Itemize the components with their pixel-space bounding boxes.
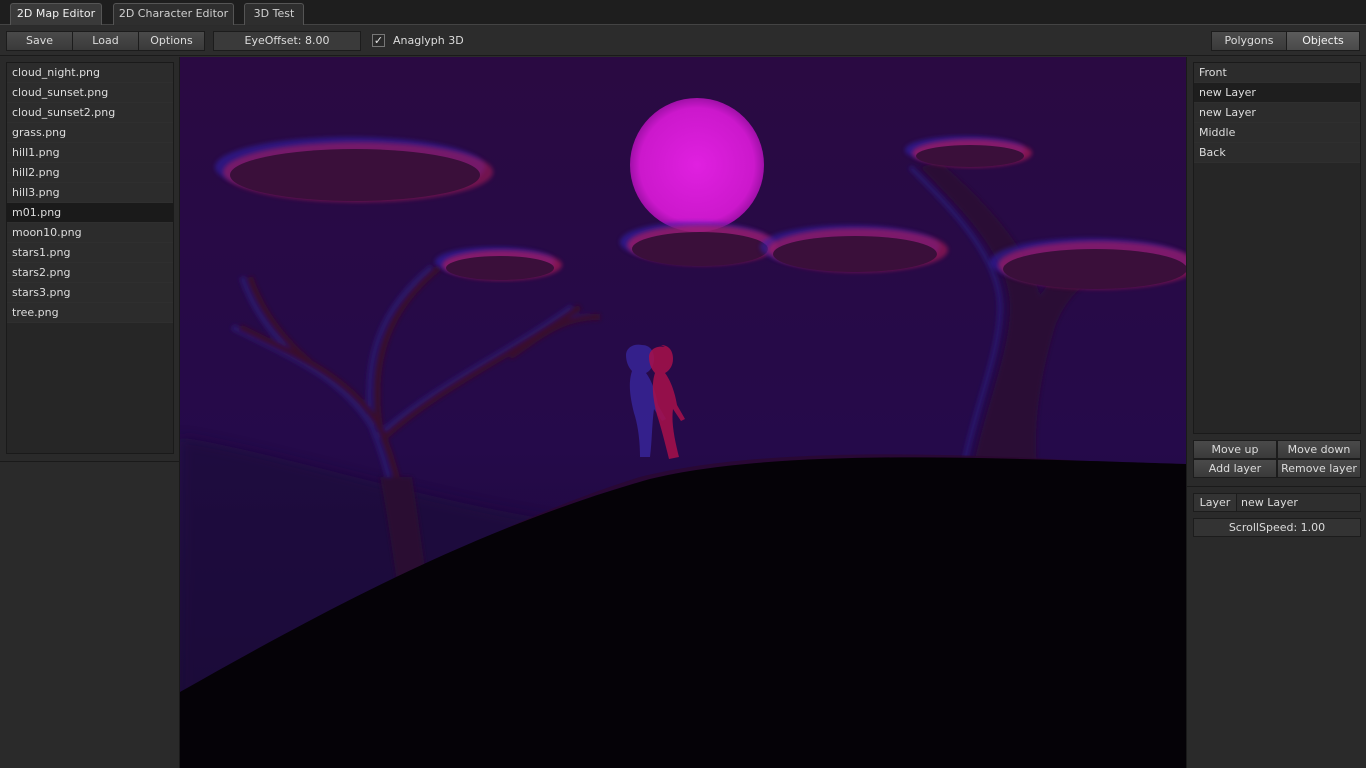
layer-name-label: Layer bbox=[1193, 493, 1237, 512]
load-button[interactable]: Load bbox=[72, 31, 139, 51]
anaglyph-3d-checkbox[interactable]: ✓ bbox=[372, 34, 385, 47]
layer-list[interactable]: Front new Layer new Layer Middle Back bbox=[1193, 62, 1361, 434]
move-down-button[interactable]: Move down bbox=[1277, 440, 1361, 459]
layer-item-back[interactable]: Back bbox=[1194, 143, 1360, 163]
layer-panel: Front new Layer new Layer Middle Back Mo… bbox=[1186, 57, 1366, 768]
eye-offset-slider[interactable]: EyeOffset: 8.00 bbox=[213, 31, 361, 51]
move-up-button[interactable]: Move up bbox=[1193, 440, 1277, 459]
polygons-button[interactable]: Polygons bbox=[1211, 31, 1287, 51]
objects-button[interactable]: Objects bbox=[1286, 31, 1360, 51]
asset-item-cloud-night[interactable]: cloud_night.png bbox=[7, 63, 173, 83]
map-viewport[interactable] bbox=[180, 57, 1186, 768]
layer-item-new-layer-2[interactable]: new Layer bbox=[1194, 103, 1360, 123]
layer-item-middle[interactable]: Middle bbox=[1194, 123, 1360, 143]
save-button[interactable]: Save bbox=[6, 31, 73, 51]
scene-canvas bbox=[180, 57, 1186, 768]
asset-item-stars3[interactable]: stars3.png bbox=[7, 283, 173, 303]
asset-item-tree[interactable]: tree.png bbox=[7, 303, 173, 323]
moon bbox=[630, 98, 764, 232]
options-button[interactable]: Options bbox=[138, 31, 205, 51]
asset-item-hill2[interactable]: hill2.png bbox=[7, 163, 173, 183]
editor-tab-bar: 2D Map Editor 2D Character Editor 3D Tes… bbox=[0, 0, 1366, 25]
panel-divider bbox=[0, 461, 180, 462]
scroll-speed-slider[interactable]: ScrollSpeed: 1.00 bbox=[1193, 518, 1361, 537]
panel-divider bbox=[1187, 486, 1366, 487]
tab-2d-character-editor[interactable]: 2D Character Editor bbox=[113, 3, 234, 25]
asset-item-m01[interactable]: m01.png bbox=[7, 203, 173, 223]
asset-panel: cloud_night.png cloud_sunset.png cloud_s… bbox=[0, 57, 180, 768]
tab-2d-map-editor[interactable]: 2D Map Editor bbox=[10, 3, 102, 25]
add-layer-button[interactable]: Add layer bbox=[1193, 459, 1277, 478]
remove-layer-button[interactable]: Remove layer bbox=[1277, 459, 1361, 478]
asset-item-hill3[interactable]: hill3.png bbox=[7, 183, 173, 203]
asset-item-cloud-sunset2[interactable]: cloud_sunset2.png bbox=[7, 103, 173, 123]
layer-name-input[interactable]: new Layer bbox=[1236, 493, 1361, 512]
asset-item-hill1[interactable]: hill1.png bbox=[7, 143, 173, 163]
asset-item-grass[interactable]: grass.png bbox=[7, 123, 173, 143]
asset-list[interactable]: cloud_night.png cloud_sunset.png cloud_s… bbox=[6, 62, 174, 454]
checkmark-icon: ✓ bbox=[373, 34, 384, 47]
asset-item-cloud-sunset[interactable]: cloud_sunset.png bbox=[7, 83, 173, 103]
tab-3d-test[interactable]: 3D Test bbox=[244, 3, 304, 25]
asset-item-stars2[interactable]: stars2.png bbox=[7, 263, 173, 283]
asset-item-stars1[interactable]: stars1.png bbox=[7, 243, 173, 263]
anaglyph-3d-label: Anaglyph 3D bbox=[393, 34, 464, 47]
asset-item-moon10[interactable]: moon10.png bbox=[7, 223, 173, 243]
layer-item-front[interactable]: Front bbox=[1194, 63, 1360, 83]
toolbar: Save Load Options EyeOffset: 8.00 ✓ Anag… bbox=[0, 26, 1366, 56]
layer-item-new-layer-1[interactable]: new Layer bbox=[1194, 83, 1360, 103]
